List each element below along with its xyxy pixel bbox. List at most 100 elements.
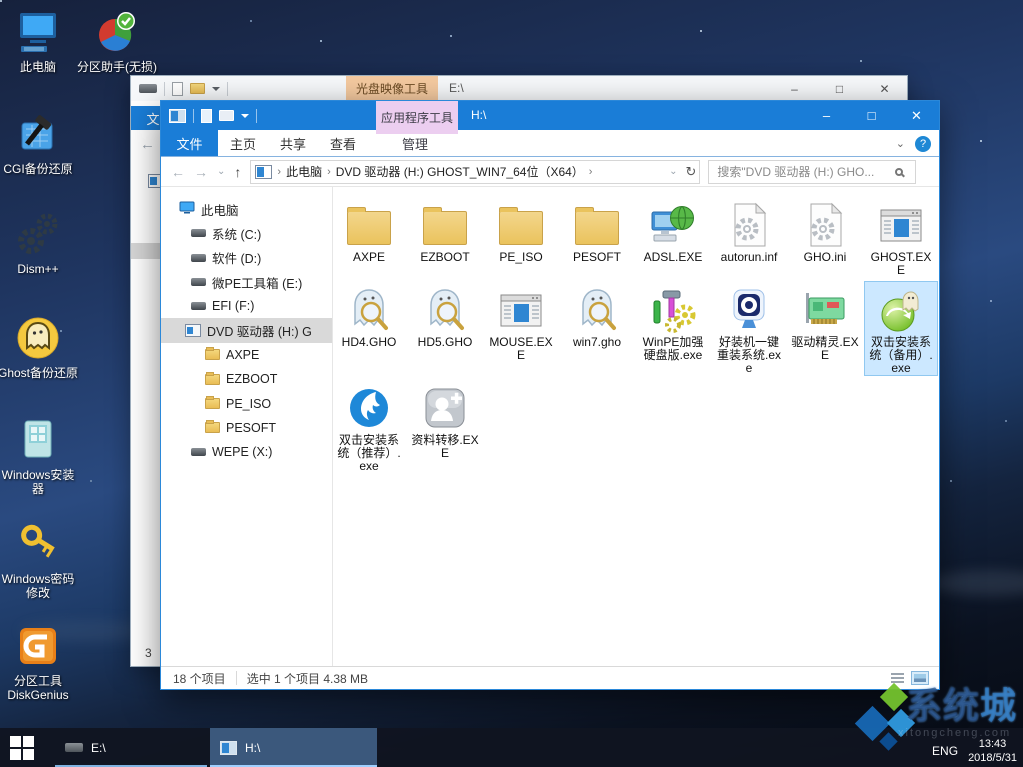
folder-icon	[345, 201, 393, 249]
help-icon[interactable]	[915, 135, 931, 152]
nav-item-pesoft[interactable]: PESOFT	[161, 416, 332, 440]
file-item[interactable]: HD4.GHO	[333, 282, 405, 375]
taskbar-button-h-drive[interactable]: H:\	[210, 728, 377, 767]
folder-icon	[497, 201, 545, 249]
file-item[interactable]: AXPE	[333, 197, 405, 277]
refresh-icon[interactable]	[685, 164, 696, 180]
file-item[interactable]: GHOST.EXE	[865, 197, 937, 277]
nav-item-drive-e[interactable]: 微PE工具箱 (E:)	[161, 270, 332, 294]
expand-ribbon-icon[interactable]	[896, 137, 905, 150]
language-indicator[interactable]: ENG	[932, 744, 958, 758]
maximize-button[interactable]: □	[817, 76, 862, 101]
tab-file[interactable]: 文件	[161, 130, 218, 156]
nav-item-axpe[interactable]: AXPE	[161, 343, 332, 367]
details-view-icon[interactable]	[891, 672, 905, 684]
tab-home[interactable]: 主页	[218, 130, 268, 156]
file-item-selected[interactable]: 双击安装系统（备用）.exe	[864, 281, 938, 376]
new-folder-icon[interactable]	[219, 110, 234, 121]
address-dropdown-icon[interactable]	[669, 166, 677, 177]
forward-arrow-icon[interactable]	[194, 164, 208, 180]
nav-item-drive-f[interactable]: EFI (F:)	[161, 294, 332, 318]
nav-item-dvd-drive-h[interactable]: DVD 驱动器 (H:) G	[161, 318, 332, 343]
desktop-icon-label: 分区助手(无损)	[77, 60, 157, 74]
folder-icon	[205, 371, 220, 385]
clock[interactable]: 13:43 2018/5/31	[968, 737, 1017, 765]
file-item[interactable]: GHO.ini	[789, 197, 861, 277]
minimize-button[interactable]: –	[772, 76, 817, 101]
minimize-button[interactable]: –	[804, 101, 849, 130]
nav-item-this-pc[interactable]: 此电脑	[161, 197, 332, 221]
explorer-content: 此电脑 系统 (C:) 软件 (D:) 微PE工具箱 (E:) EFI (F:)…	[161, 187, 939, 666]
properties-icon[interactable]	[172, 81, 183, 96]
quick-access-toolbar[interactable]	[161, 108, 257, 123]
ribbon-tabs: 文件 主页 共享 查看 管理	[161, 130, 939, 157]
file-item[interactable]: autorun.inf	[713, 197, 785, 277]
breadcrumb-dvd-drive[interactable]: DVD 驱动器 (H:) GHOST_WIN7_64位（X64）	[336, 163, 584, 180]
customize-arrow-icon[interactable]	[212, 86, 220, 95]
close-button[interactable]: ✕	[894, 101, 939, 130]
file-item[interactable]: win7.gho	[561, 282, 633, 375]
desktop-icon-this-pc[interactable]: 此电脑	[0, 8, 80, 74]
file-item[interactable]: PE_ISO	[485, 197, 557, 277]
tab-view[interactable]: 查看	[318, 130, 368, 156]
breadcrumb-this-pc[interactable]: 此电脑	[286, 163, 322, 180]
explorer-window-h: 应用程序工具 H:\ – □ ✕ 文件 主页 共享 查看 管理 此电脑 DVD …	[160, 100, 940, 690]
file-item[interactable]: ADSL.EXE	[637, 197, 709, 277]
nav-item-pe-iso[interactable]: PE_ISO	[161, 391, 332, 415]
file-item[interactable]: EZBOOT	[409, 197, 481, 277]
desktop-icon-ghost-backup[interactable]: Ghost备份还原	[0, 314, 80, 380]
drive-icon	[191, 278, 206, 287]
folder-icon	[421, 201, 469, 249]
contextual-tab-application-tools[interactable]: 应用程序工具	[376, 101, 458, 134]
back-arrow-icon[interactable]	[171, 164, 185, 180]
start-button[interactable]	[10, 736, 38, 760]
close-button[interactable]: ✕	[862, 76, 907, 101]
properties-icon[interactable]	[201, 108, 212, 123]
file-item[interactable]: WinPE加强硬盘版.exe	[637, 282, 709, 375]
tab-share[interactable]: 共享	[268, 130, 318, 156]
nav-item-ezboot[interactable]: EZBOOT	[161, 367, 332, 391]
desktop-icon-diskgenius[interactable]: 分区工具DiskGenius	[0, 622, 80, 702]
gear-document-icon	[801, 201, 849, 249]
search-box[interactable]	[708, 159, 917, 184]
taskbar-button-e-drive[interactable]: E:\	[55, 728, 207, 767]
back-arrow-icon[interactable]	[140, 136, 155, 153]
nav-item-drive-d[interactable]: 软件 (D:)	[161, 246, 332, 270]
file-item[interactable]: HD5.GHO	[409, 282, 481, 375]
desktop-icon-label: Dism++	[17, 262, 59, 276]
new-folder-icon[interactable]	[190, 83, 205, 94]
customize-arrow-icon[interactable]	[241, 113, 249, 122]
desktop-icon-partition-assistant[interactable]: 分区助手(无损)	[75, 8, 159, 74]
address-bar[interactable]: 此电脑 DVD 驱动器 (H:) GHOST_WIN7_64位（X64）	[250, 159, 701, 184]
file-item[interactable]: 双击安装系统（推荐）.exe	[333, 380, 405, 473]
search-icon[interactable]	[895, 167, 904, 176]
drive-icon	[139, 84, 157, 93]
window-title: H:\	[471, 108, 487, 122]
file-item[interactable]: 资料转移.EXE	[409, 380, 481, 473]
network-computer-icon	[649, 201, 697, 249]
file-item[interactable]: 好装机一键重装系统.exe	[713, 282, 785, 375]
quick-access-toolbar[interactable]	[131, 81, 228, 96]
thumbnail-view-icon[interactable]	[911, 671, 929, 685]
maximize-button[interactable]: □	[849, 101, 894, 130]
search-input[interactable]	[715, 163, 894, 180]
desktop-icon-windows-password[interactable]: Windows密码修改	[0, 520, 80, 600]
tray-time: 13:43	[978, 738, 1007, 750]
taskbar-button-label: H:\	[245, 740, 261, 755]
desktop-icon-windows-installer[interactable]: Windows安装器	[0, 416, 80, 496]
file-grid: AXPE EZBOOT PE_ISO PESOFT ADSL.EXE autor…	[333, 187, 939, 666]
contextual-tab-disc-image-tools[interactable]: 光盘映像工具	[346, 76, 438, 101]
file-item[interactable]: MOUSE.EXE	[485, 282, 557, 375]
nav-item-drive-c[interactable]: 系统 (C:)	[161, 221, 332, 245]
cloud	[930, 570, 1023, 596]
desktop-icon-cgi-backup[interactable]: CGI备份还原	[0, 110, 80, 176]
explorer-icon	[220, 740, 237, 755]
nav-item-wepe-x[interactable]: WEPE (X:)	[161, 440, 332, 464]
divider	[193, 108, 194, 123]
history-dropdown-icon[interactable]	[217, 166, 225, 177]
desktop-icon-label: Windows密码修改	[1, 572, 75, 600]
desktop-icon-dism[interactable]: Dism++	[0, 210, 80, 276]
file-item[interactable]: PESOFT	[561, 197, 633, 277]
up-arrow-icon[interactable]	[234, 164, 241, 180]
file-item[interactable]: 驱动精灵.EXE	[789, 282, 861, 375]
